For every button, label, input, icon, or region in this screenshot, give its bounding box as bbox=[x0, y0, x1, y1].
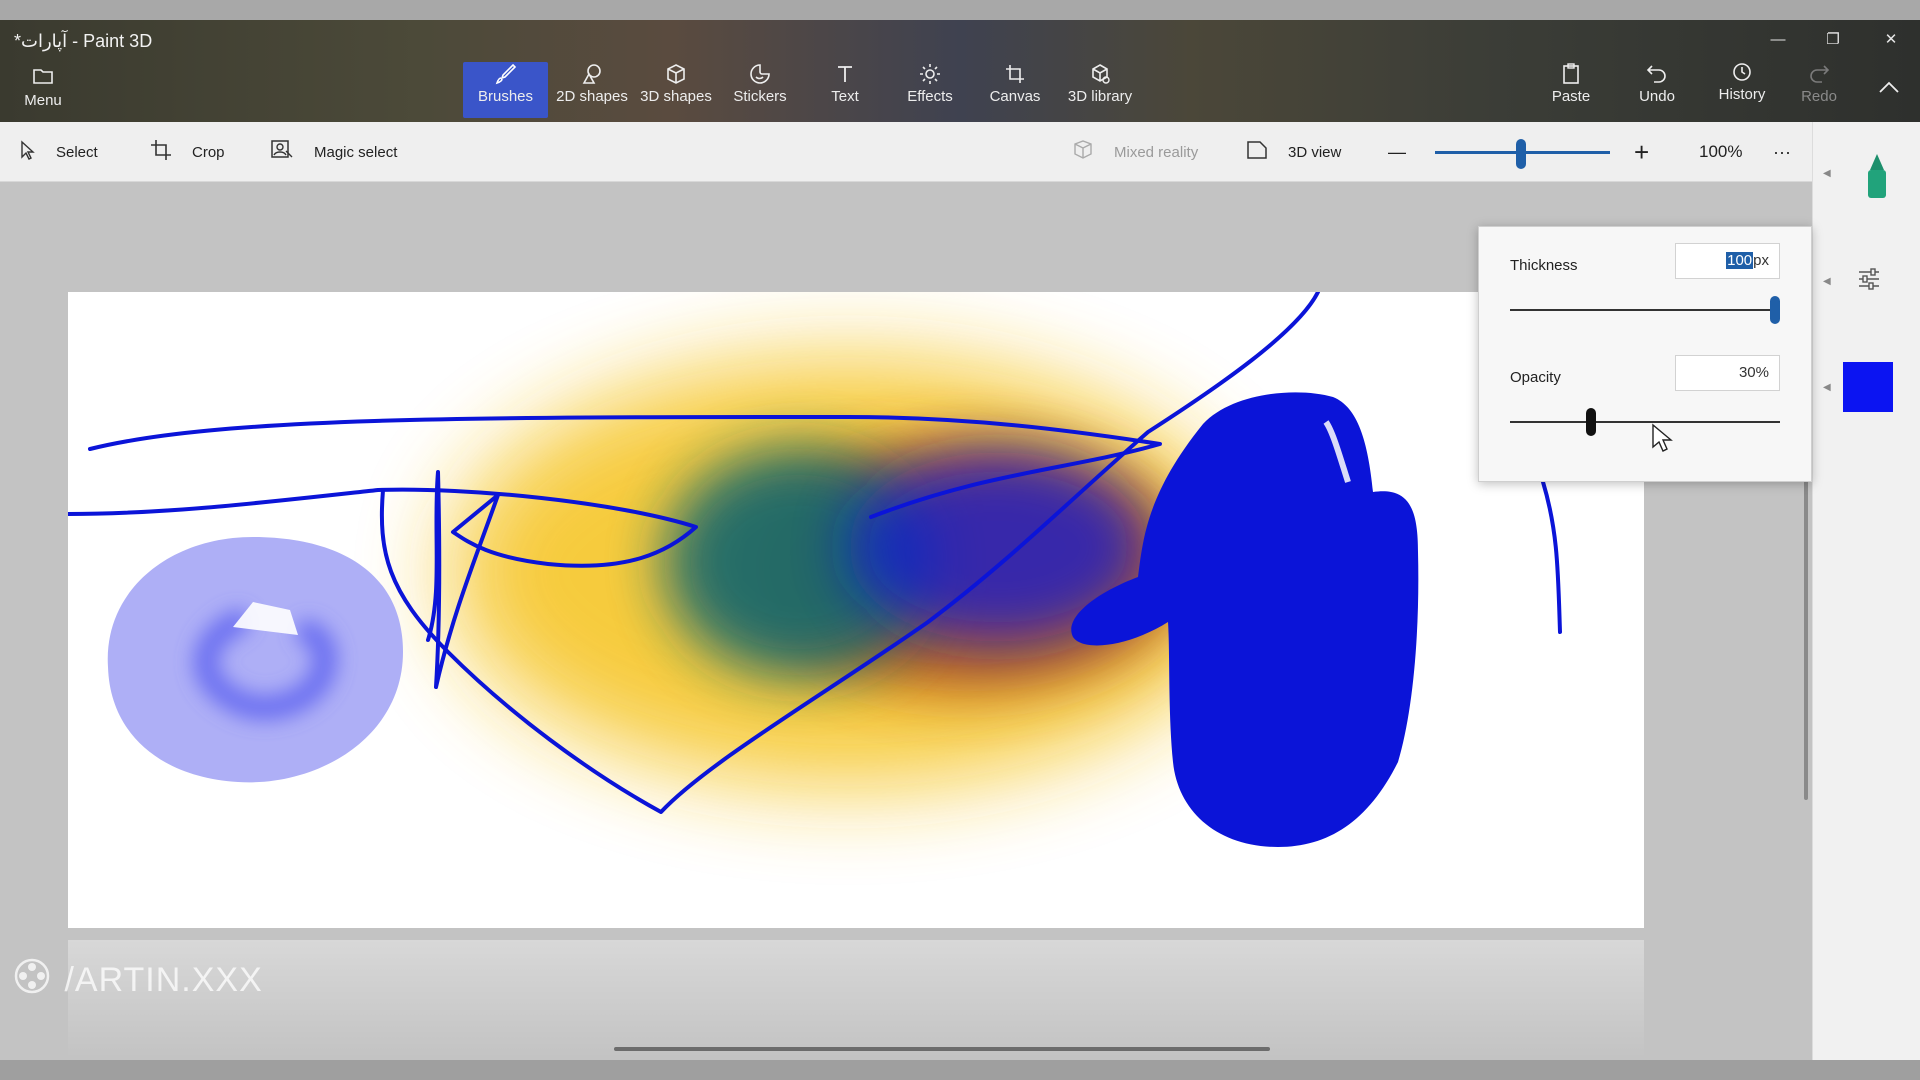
tool-effects[interactable]: Effects bbox=[893, 62, 967, 118]
history-label: History bbox=[1718, 86, 1766, 103]
tool-canvas[interactable]: Canvas bbox=[978, 62, 1052, 118]
crop-label: Crop bbox=[192, 143, 225, 161]
window-title: *آپارات - Paint 3D bbox=[14, 31, 153, 51]
opacity-input[interactable]: 30% bbox=[1675, 355, 1780, 391]
3d-view-button[interactable]: 3D view bbox=[1246, 122, 1341, 182]
select-button[interactable]: Select bbox=[20, 122, 98, 182]
opacity-slider-thumb[interactable] bbox=[1586, 408, 1596, 436]
thickness-unit: px bbox=[1753, 252, 1769, 269]
tool-2d-shapes-label: 2D shapes bbox=[556, 88, 628, 105]
3d-view-icon bbox=[1246, 139, 1268, 166]
horizontal-scrollbar[interactable] bbox=[614, 1047, 1270, 1051]
tool-canvas-label: Canvas bbox=[989, 88, 1041, 105]
vertical-scrollbar[interactable] bbox=[1804, 480, 1808, 800]
canvas-artwork bbox=[68, 292, 1562, 847]
mixed-reality-icon bbox=[1072, 139, 1094, 166]
desktop-top-strip bbox=[0, 0, 1920, 20]
redo-label: Redo bbox=[1801, 88, 1837, 105]
cursor-arrow-icon bbox=[20, 139, 36, 165]
tool-3d-library[interactable]: 3D library bbox=[1062, 62, 1138, 118]
menu-label: Menu bbox=[24, 92, 62, 109]
lavender-blob bbox=[107, 537, 403, 783]
canvas-reflection bbox=[68, 940, 1644, 1058]
sticker-icon bbox=[722, 62, 798, 88]
crop-icon bbox=[150, 139, 172, 166]
zoom-percent[interactable]: 100% bbox=[1699, 122, 1742, 182]
caret-left-icon: ◀ bbox=[1823, 168, 1831, 179]
drawing-canvas[interactable] bbox=[68, 292, 1644, 928]
current-color-swatch[interactable] bbox=[1843, 362, 1893, 412]
opacity-label: Opacity bbox=[1510, 369, 1561, 386]
watermark-text: /ARTIN.XXX bbox=[64, 961, 263, 999]
paste-button[interactable]: Paste bbox=[1536, 62, 1606, 118]
history-icon bbox=[1704, 60, 1780, 86]
undo-icon bbox=[1622, 62, 1692, 88]
tool-stickers-label: Stickers bbox=[733, 88, 787, 105]
tool-text[interactable]: Text bbox=[808, 62, 882, 118]
mixed-reality-button[interactable]: Mixed reality bbox=[1072, 122, 1198, 182]
crop-button[interactable]: Crop bbox=[150, 122, 225, 182]
restore-button[interactable]: ❐ bbox=[1810, 26, 1856, 54]
tool-3d-shapes[interactable]: 3D shapes bbox=[636, 62, 716, 118]
thickness-label: Thickness bbox=[1510, 257, 1578, 274]
tool-3d-shapes-label: 3D shapes bbox=[640, 88, 712, 105]
collapse-ribbon-chevron-icon[interactable] bbox=[1878, 80, 1900, 99]
thickness-value: 100 bbox=[1726, 252, 1754, 269]
thickness-input[interactable]: 100px bbox=[1675, 243, 1780, 279]
sun-icon bbox=[893, 62, 967, 88]
tool-brushes-label: Brushes bbox=[477, 88, 534, 105]
tool-3d-library-label: 3D library bbox=[1067, 88, 1133, 105]
brush-settings-popup: Thickness 100px Opacity 30% bbox=[1478, 226, 1812, 482]
zoom-slider-thumb[interactable] bbox=[1516, 139, 1526, 169]
tool-stickers[interactable]: Stickers bbox=[722, 62, 798, 118]
caret-left-icon: ◀ bbox=[1823, 276, 1831, 287]
undo-button[interactable]: Undo bbox=[1622, 62, 1692, 118]
sliders-icon[interactable] bbox=[1857, 266, 1881, 297]
minimize-button[interactable]: — bbox=[1755, 26, 1801, 54]
tool-2d-shapes[interactable]: 2D shapes bbox=[552, 62, 632, 118]
close-button[interactable]: ✕ bbox=[1868, 26, 1914, 54]
mouse-cursor-icon bbox=[1651, 423, 1673, 458]
zoom-in-button[interactable]: + bbox=[1634, 122, 1649, 182]
undo-label: Undo bbox=[1639, 88, 1675, 105]
3d-library-icon bbox=[1062, 62, 1138, 88]
mixed-reality-label: Mixed reality bbox=[1114, 143, 1199, 161]
canvas-crop-icon bbox=[978, 62, 1052, 88]
folder-icon bbox=[14, 66, 72, 92]
opacity-slider-track[interactable] bbox=[1510, 421, 1780, 423]
more-options-button[interactable]: ··· bbox=[1773, 122, 1791, 182]
redo-icon bbox=[1784, 62, 1854, 88]
thickness-slider-thumb[interactable] bbox=[1770, 296, 1780, 324]
menu-button[interactable]: Menu bbox=[14, 66, 72, 122]
magic-select-button[interactable]: Magic select bbox=[270, 122, 397, 182]
desktop-bottom-strip bbox=[0, 1060, 1920, 1080]
magic-select-label: Magic select bbox=[314, 143, 398, 161]
3d-view-label: 3D view bbox=[1288, 143, 1342, 161]
brush-icon bbox=[463, 62, 548, 88]
text-icon bbox=[808, 62, 882, 88]
tool-effects-label: Effects bbox=[907, 88, 953, 105]
tool-text-label: Text bbox=[831, 88, 859, 105]
thickness-slider-track[interactable] bbox=[1510, 309, 1780, 311]
watermark: /ARTIN.XXX bbox=[14, 958, 263, 1003]
paste-label: Paste bbox=[1551, 88, 1591, 105]
2d-shapes-icon bbox=[552, 62, 632, 88]
marker-brush-icon[interactable] bbox=[1862, 152, 1892, 205]
brush-side-panel bbox=[1812, 122, 1920, 1060]
3d-cube-icon bbox=[636, 62, 716, 88]
tool-brushes[interactable]: Brushes bbox=[463, 62, 548, 118]
redo-button[interactable]: Redo bbox=[1784, 62, 1854, 118]
clipboard-icon bbox=[1536, 62, 1606, 88]
select-label: Select bbox=[56, 143, 98, 161]
caret-left-icon: ◀ bbox=[1823, 382, 1831, 393]
magic-select-icon bbox=[270, 139, 294, 166]
history-button[interactable]: History bbox=[1704, 60, 1780, 116]
film-reel-icon bbox=[14, 958, 50, 1003]
zoom-out-button[interactable]: — bbox=[1388, 122, 1406, 182]
